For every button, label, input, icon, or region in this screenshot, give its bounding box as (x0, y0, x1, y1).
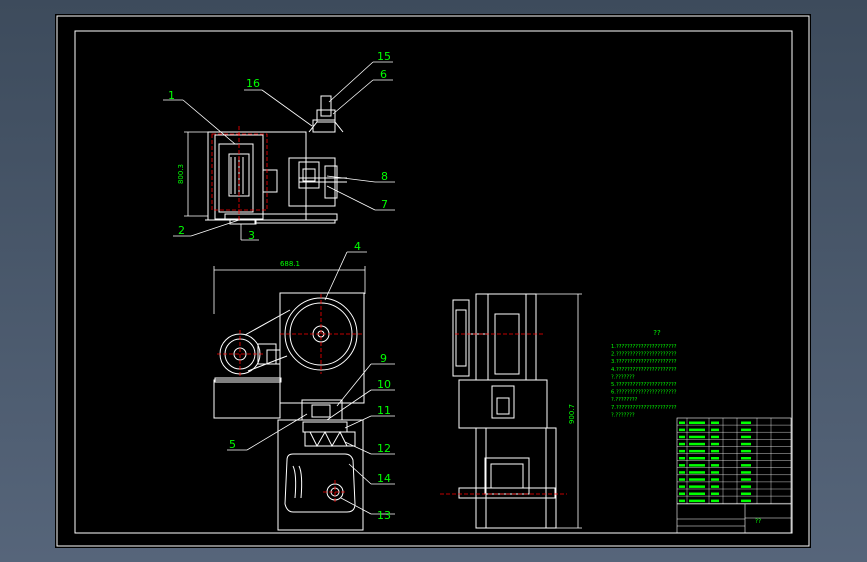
callout-2: 2 (178, 224, 185, 237)
parts-entry-mark (741, 478, 751, 481)
dim-top-height-text: 800.3 (177, 164, 185, 184)
parts-entry-mark (679, 457, 685, 460)
parts-entry-mark (741, 442, 751, 446)
parts-list-entries (679, 421, 751, 503)
parts-entry-mark (679, 478, 685, 481)
note-line: ?.???????? (611, 397, 638, 403)
callout-12: 12 (377, 442, 391, 455)
parts-entry-mark (689, 499, 705, 503)
callout-11: 11 (377, 404, 391, 417)
parts-entry-mark (689, 449, 705, 453)
parts-entry-mark (679, 492, 685, 495)
callout-3: 3 (248, 229, 255, 242)
parts-entry-mark (711, 442, 719, 446)
parts-entry-mark (741, 449, 751, 453)
note-line: 5.?????????????????????? (611, 382, 677, 388)
parts-entry-mark (711, 464, 719, 467)
parts-entry-mark (711, 499, 719, 503)
parts-entry-mark (679, 435, 685, 439)
parts-entry-mark (679, 485, 685, 488)
parts-entry-mark (711, 471, 719, 474)
parts-entry-mark (689, 421, 705, 424)
parts-entry-mark (741, 485, 751, 488)
note-line: ?.??????? (611, 374, 635, 380)
callout-14: 14 (377, 472, 391, 485)
callout-5: 5 (229, 438, 236, 451)
parts-entry-mark (679, 442, 685, 446)
title-block-title: ?? (755, 518, 761, 525)
parts-entry-mark (741, 492, 751, 495)
callout-15: 15 (377, 50, 391, 63)
parts-entry-mark (689, 428, 705, 432)
dim-front-width (213, 266, 366, 314)
note-line: 2.?????????????????????? (611, 352, 677, 358)
parts-entry-mark (689, 485, 705, 488)
parts-entry-mark (689, 435, 705, 439)
parts-entry-mark (711, 435, 719, 439)
parts-entry-mark (711, 492, 719, 495)
parts-entry-mark (689, 478, 705, 481)
callout-9: 9 (380, 352, 387, 365)
callout-6: 6 (380, 68, 387, 81)
parts-entry-mark (741, 435, 751, 439)
parts-entry-mark (679, 449, 685, 453)
callout-4: 4 (354, 240, 361, 253)
note-line: 4.?????????????????????? (611, 367, 677, 373)
callout-13: 13 (377, 509, 391, 522)
callout-16: 16 (246, 77, 260, 90)
parts-entry-mark (711, 457, 719, 460)
parts-entry-mark (689, 492, 705, 495)
parts-entry-mark (711, 449, 719, 453)
technical-notes: 1.?????????????????????? 2.??????????????… (611, 344, 677, 418)
parts-entry-mark (689, 464, 705, 467)
note-line: 3.?????????????????????? (611, 359, 677, 365)
parts-entry-mark (679, 428, 685, 432)
parts-entry-mark (741, 471, 751, 474)
top-view[interactable] (205, 95, 347, 225)
parts-entry-mark (711, 478, 719, 481)
drawing-canvas[interactable]: 800.3 688.1 900.7 1 2 3 4 5 6 7 8 9 10 1… (55, 14, 811, 548)
parts-entry-mark (711, 428, 719, 432)
parts-entry-mark (711, 485, 719, 488)
note-line: ?.??????? (611, 412, 635, 418)
parts-entry-mark (741, 464, 751, 467)
title-block (676, 417, 792, 534)
parts-entry-mark (741, 499, 751, 503)
side-view[interactable] (452, 293, 557, 529)
leader-lines (163, 61, 395, 515)
note-line: 7.?????????????????????? (611, 405, 677, 411)
parts-entry-mark (741, 428, 751, 432)
parts-entry-mark (689, 442, 705, 446)
front-view[interactable] (213, 292, 365, 531)
parts-entry-mark (689, 457, 705, 460)
dim-top-height (184, 131, 208, 217)
notes-heading: ?? (653, 329, 661, 337)
parts-entry-mark (679, 471, 685, 474)
callout-7: 7 (381, 198, 388, 211)
dim-front-width-text: 688.1 (280, 260, 300, 268)
parts-entry-mark (741, 457, 751, 460)
parts-entry-mark (689, 471, 705, 474)
callout-10: 10 (377, 378, 391, 391)
note-line: 1.?????????????????????? (611, 344, 677, 350)
dim-side-height-text: 900.7 (568, 404, 576, 424)
callout-8: 8 (381, 170, 388, 183)
note-line: 6.?????????????????????? (611, 390, 677, 396)
callout-1: 1 (168, 89, 175, 102)
parts-entry-mark (711, 421, 719, 424)
parts-entry-mark (679, 499, 685, 503)
parts-entry-mark (741, 421, 751, 424)
front-view-centers (217, 294, 363, 504)
parts-entry-mark (679, 421, 685, 424)
parts-entry-mark (679, 464, 685, 467)
